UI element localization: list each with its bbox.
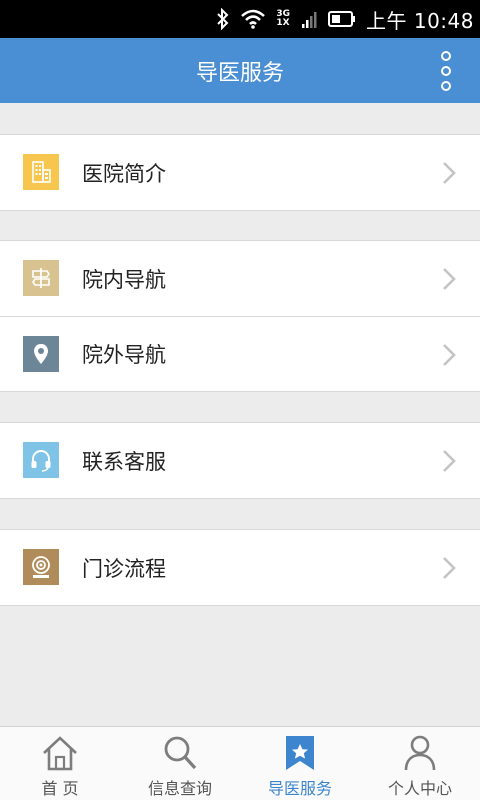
list-item-outpatient-process[interactable]: 门诊流程 <box>0 530 480 605</box>
home-icon <box>40 733 80 773</box>
tab-label: 首 页 <box>41 779 79 798</box>
chevron-right-icon <box>443 557 456 579</box>
webcam-icon <box>23 549 59 585</box>
headset-icon <box>23 442 59 478</box>
network-1x-label: 1X <box>276 18 290 28</box>
list-item-label: 联系客服 <box>82 449 166 474</box>
list-item-customer-service[interactable]: 联系客服 <box>0 423 480 498</box>
tab-label: 信息查询 <box>147 779 212 798</box>
list-group: 院内导航 院外导航 <box>0 240 480 392</box>
more-vertical-icon[interactable] <box>438 51 454 91</box>
page-title: 导医服务 <box>195 60 284 86</box>
list-group: 门诊流程 <box>0 529 480 606</box>
chevron-right-icon <box>443 162 456 184</box>
bottom-navigation: 首 页 信息查询 导医服务 个人中心 <box>0 726 480 800</box>
bluetooth-icon <box>216 8 230 30</box>
list-group: 医院简介 <box>0 134 480 211</box>
wifi-icon <box>240 9 266 29</box>
hospital-building-icon <box>23 154 59 190</box>
list-item-indoor-navigation[interactable]: 院内导航 <box>0 241 480 316</box>
status-bar: 3G 1X 上午 10:48 <box>0 0 480 38</box>
list-group: 联系客服 <box>0 422 480 499</box>
tab-guide-service[interactable]: 导医服务 <box>240 727 360 800</box>
tab-personal-center[interactable]: 个人中心 <box>360 727 480 800</box>
chevron-right-icon <box>443 268 456 290</box>
tab-home[interactable]: 首 页 <box>0 727 120 800</box>
network-type: 3G 1X <box>276 10 290 28</box>
list-item-outdoor-navigation[interactable]: 院外导航 <box>0 316 480 391</box>
list-item-hospital-intro[interactable]: 医院简介 <box>0 135 480 210</box>
search-icon <box>160 733 200 773</box>
list-item-label: 门诊流程 <box>82 556 166 581</box>
signpost-icon <box>23 260 59 296</box>
service-list: 医院简介 院内导航 院外导航 联系客服 门诊流程 <box>0 103 480 606</box>
list-item-label: 院外导航 <box>82 343 166 367</box>
chevron-right-icon <box>443 450 456 472</box>
tab-label: 个人中心 <box>387 779 452 798</box>
person-icon <box>400 733 440 773</box>
battery-icon <box>328 10 356 28</box>
app-bar: 导医服务 <box>0 38 480 103</box>
clock: 上午 10:48 <box>366 8 474 33</box>
list-item-label: 医院简介 <box>82 161 166 186</box>
map-pin-icon <box>23 336 59 372</box>
tab-info-query[interactable]: 信息查询 <box>120 727 240 800</box>
bookmark-star-icon <box>280 733 320 773</box>
list-item-label: 院内导航 <box>82 267 166 292</box>
chevron-right-icon <box>443 344 456 366</box>
signal-icon <box>302 10 318 28</box>
tab-label: 导医服务 <box>267 779 332 798</box>
